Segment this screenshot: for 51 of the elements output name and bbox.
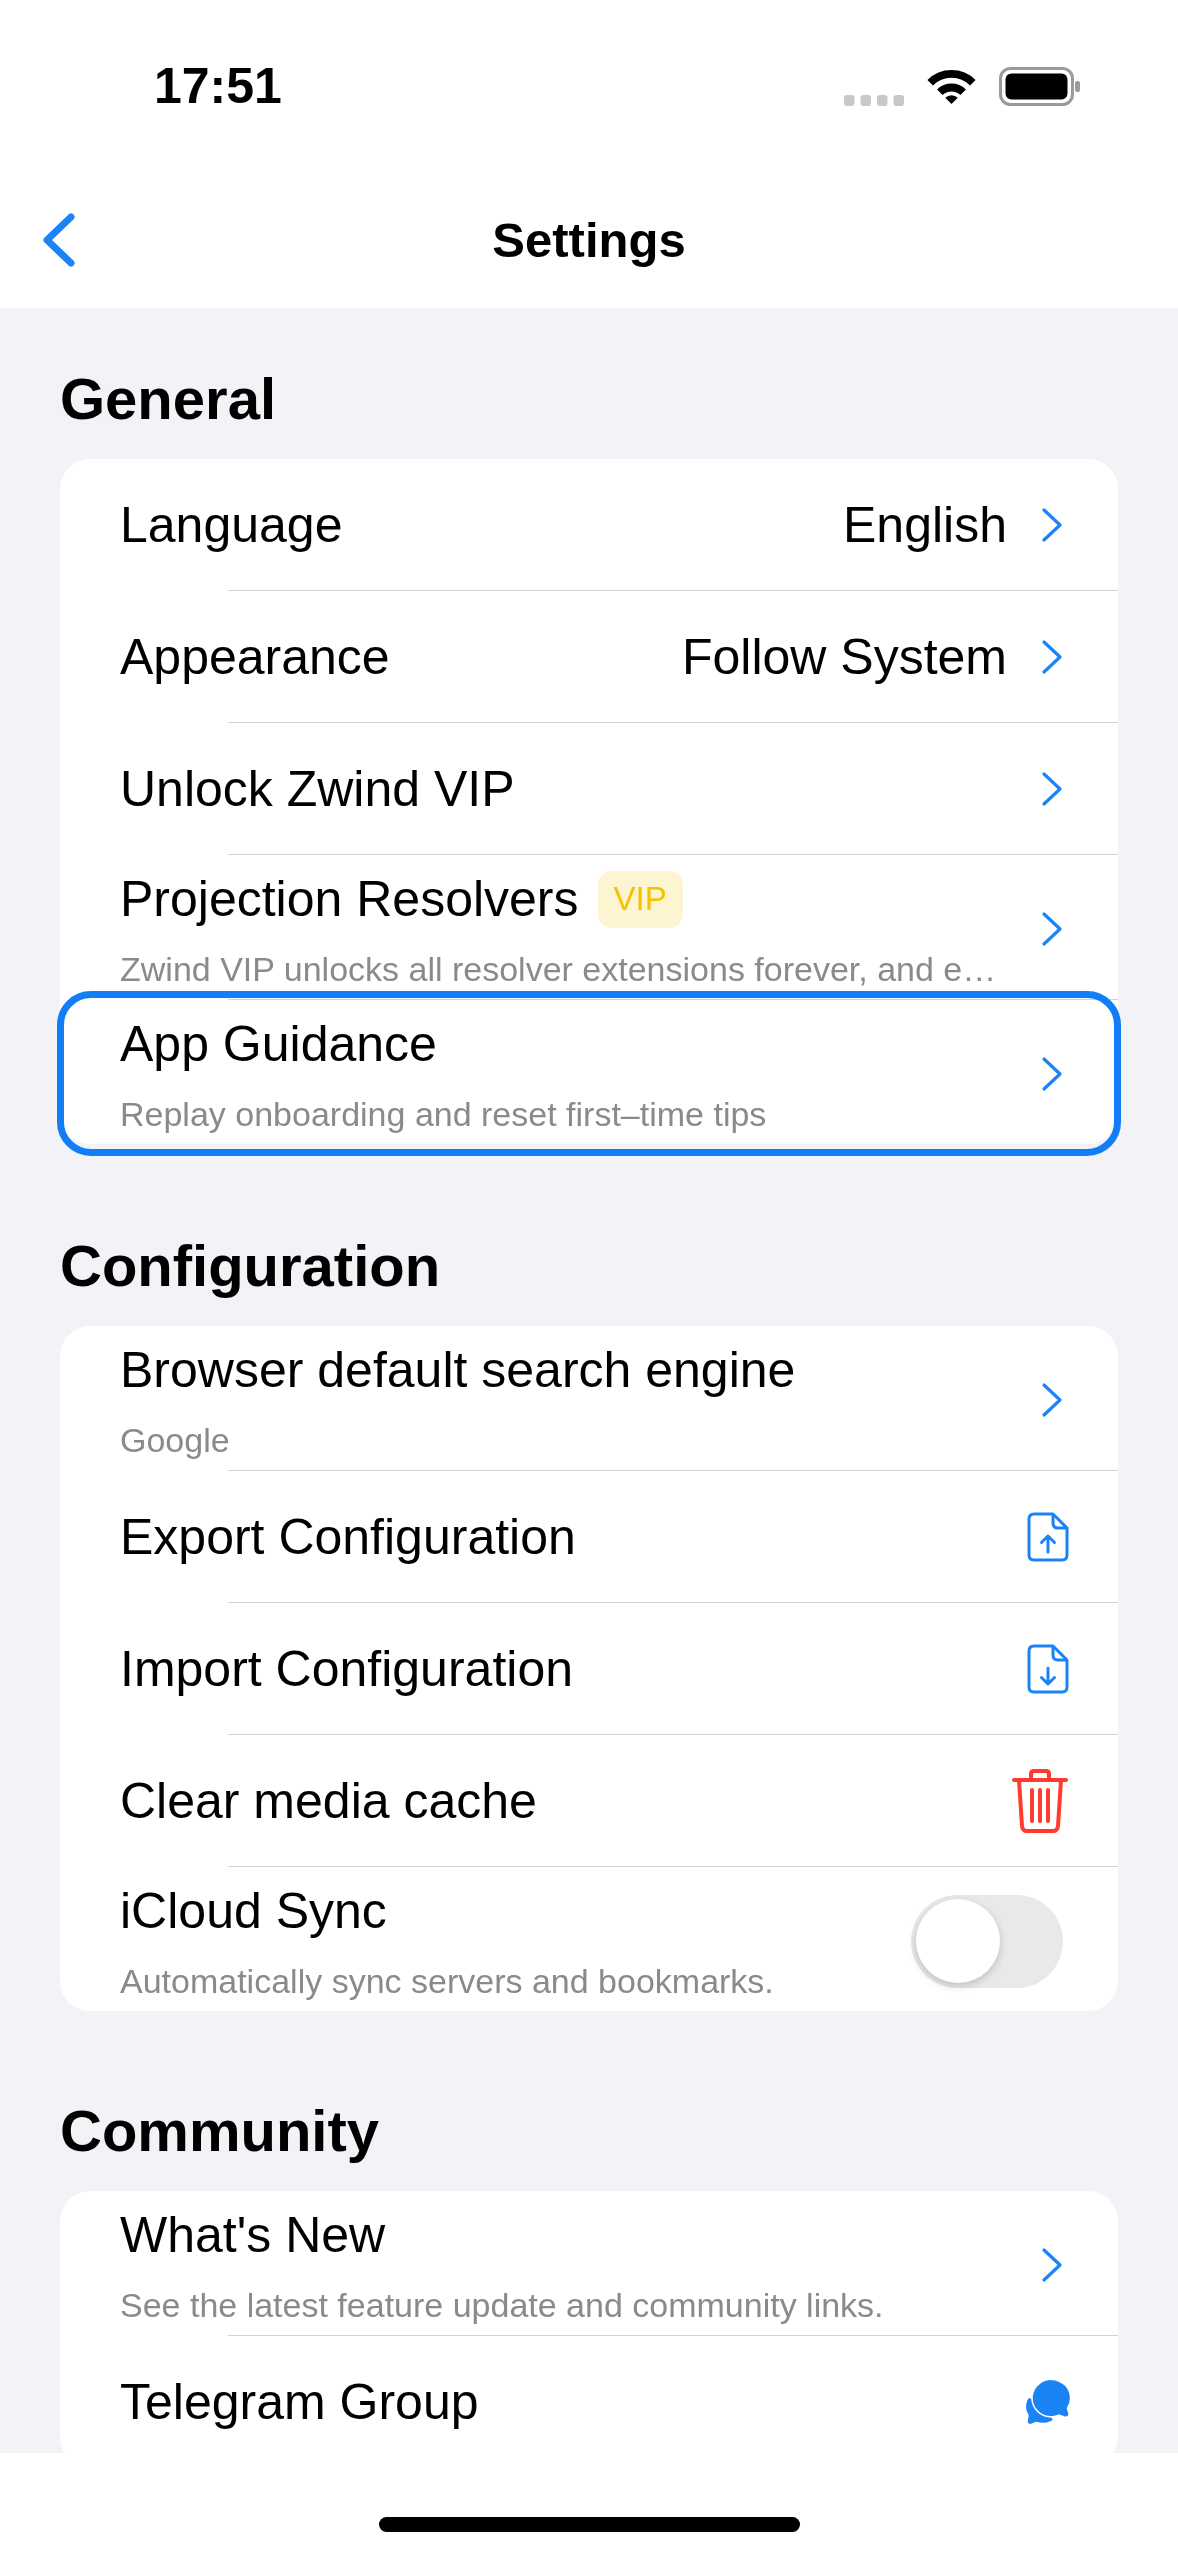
chevron-right-icon [1041, 1382, 1063, 1418]
section-title: Configuration [60, 1232, 442, 1300]
chevron-right-icon [1041, 506, 1063, 543]
row-title: Unlock Zwind VIP [120, 759, 515, 819]
chevron-right-icon [1041, 770, 1063, 807]
chevron-right-icon [1041, 1056, 1063, 1092]
row-title: Import Configuration [120, 1639, 573, 1699]
chevron-right-icon [1041, 638, 1063, 675]
settings-row[interactable]: Telegram Group [60, 2336, 1118, 2453]
settings-row[interactable]: Language English [60, 459, 1118, 590]
status-time: 17:51 [154, 57, 282, 116]
file-upload-icon [1027, 1511, 1069, 1562]
settings-row[interactable]: Projection Resolvers VIP Zwind VIP unlocks all resolver extensions forever, and e… [60, 855, 1118, 999]
row-subtitle: Replay onboarding and reset first–time tips [120, 1094, 768, 1134]
row-title: Export Configuration [120, 1507, 576, 1567]
settings-row[interactable]: Unlock Zwind VIP [60, 723, 1118, 854]
page-title: Settings [492, 212, 686, 269]
row-title: App Guidance [120, 1015, 437, 1074]
section-title: Community [60, 2097, 380, 2165]
badge: VIP [597, 870, 683, 928]
signal-icon [844, 94, 904, 106]
settings-row[interactable]: Clear media cache [60, 1735, 1118, 1866]
battery-icon [999, 66, 1080, 106]
wifi-icon [926, 67, 977, 105]
chevron-right-icon [1041, 911, 1063, 947]
settings-row[interactable]: What's New See the latest feature update and community links. [60, 2191, 1118, 2335]
row-title: Language [120, 495, 343, 555]
settings-row[interactable]: Appearance Follow System [60, 591, 1118, 722]
row-title: iCloud Sync [120, 1882, 387, 1941]
row-title: Telegram Group [120, 2372, 479, 2432]
row-subtitle: Google [120, 1420, 231, 1460]
row-title: Clear media cache [120, 1771, 537, 1831]
row-title: Projection Resolvers [120, 870, 579, 929]
settings-row[interactable]: App Guidance Replay onboarding and reset first–time tips [60, 1000, 1118, 1144]
row-value: English [843, 495, 1007, 555]
row-value: Follow System [681, 627, 1007, 687]
chevron-left-icon [40, 213, 76, 267]
back-button[interactable] [40, 213, 76, 267]
section-title: General [60, 365, 277, 433]
row-subtitle: Automatically sync servers and bookmarks. [120, 1961, 775, 2001]
row-title: What's New [120, 2206, 386, 2265]
row-title: Appearance [120, 627, 390, 687]
settings-row[interactable]: Export Configuration [60, 1471, 1118, 1602]
row-subtitle: See the latest feature update and community links. [120, 2285, 885, 2325]
row-title: Browser default search engine [120, 1341, 796, 1400]
trash-icon [1011, 1767, 1069, 1834]
file-download-icon [1027, 1643, 1069, 1694]
chevron-right-icon [1041, 2247, 1063, 2283]
settings-row[interactable]: Browser default search engine Google [60, 1326, 1118, 1470]
settings-row[interactable]: Import Configuration [60, 1603, 1118, 1734]
row-subtitle: Zwind VIP unlocks all resolver extensions forever, and e… [120, 949, 998, 989]
